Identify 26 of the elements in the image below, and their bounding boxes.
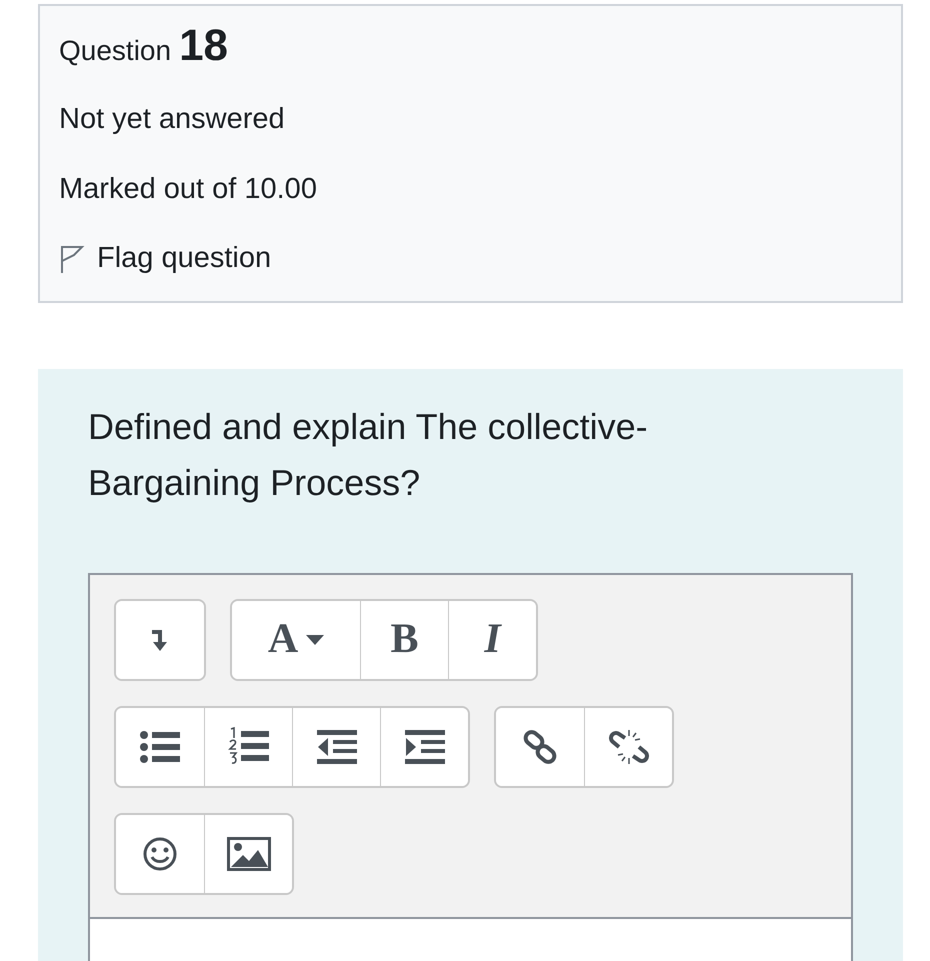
question-number: 18 (179, 24, 228, 68)
answer-status: Not yet answered (59, 102, 286, 137)
flag-question-link[interactable]: Flag question (59, 237, 882, 280)
bold-button[interactable]: B (360, 600, 448, 678)
numbers-button[interactable] (204, 708, 292, 786)
indent-icon (404, 730, 444, 764)
marks-text: Marked out of 10.00 (59, 172, 318, 206)
link-button[interactable] (496, 708, 584, 786)
link-icon (522, 728, 558, 764)
broken-link-icon (608, 728, 648, 766)
image-button[interactable] (204, 814, 292, 892)
question-label: Question (59, 34, 172, 68)
bulleted-list-icon (139, 730, 181, 764)
outdent-button[interactable] (292, 708, 380, 786)
font-button[interactable]: A (232, 600, 360, 678)
image-icon (226, 836, 270, 870)
outdent-icon (316, 730, 356, 764)
emoji-button[interactable] (116, 814, 204, 892)
italic-button[interactable]: I (448, 600, 536, 678)
question-text: Defined and explain The collective-Bargaining Process? (88, 404, 649, 504)
bullets-button[interactable] (116, 708, 204, 786)
smiley-icon (142, 836, 178, 872)
caret-icon (306, 634, 324, 644)
numbered-list-icon (228, 726, 270, 766)
indent-button[interactable] (380, 708, 468, 786)
unlink-button[interactable] (584, 708, 672, 786)
